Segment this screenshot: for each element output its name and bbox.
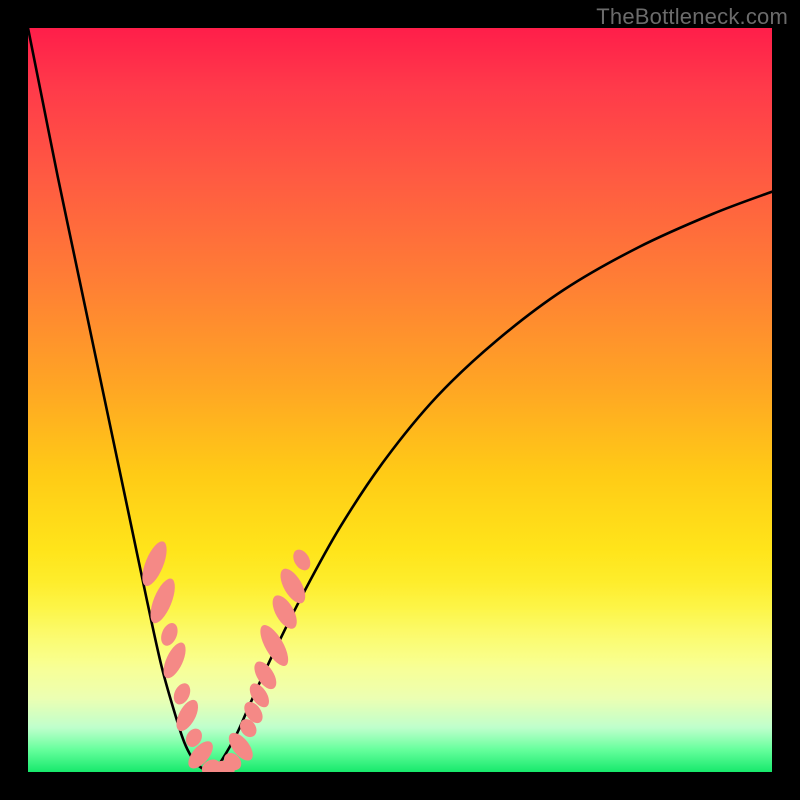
marker-layer [137,538,314,772]
curve-layer [28,28,772,772]
plot-area [28,28,772,772]
curve-left-curve [28,28,214,772]
chart-svg [28,28,772,772]
data-marker [290,547,314,574]
watermark-text: TheBottleneck.com [596,4,788,30]
curve-right-curve [214,192,772,772]
